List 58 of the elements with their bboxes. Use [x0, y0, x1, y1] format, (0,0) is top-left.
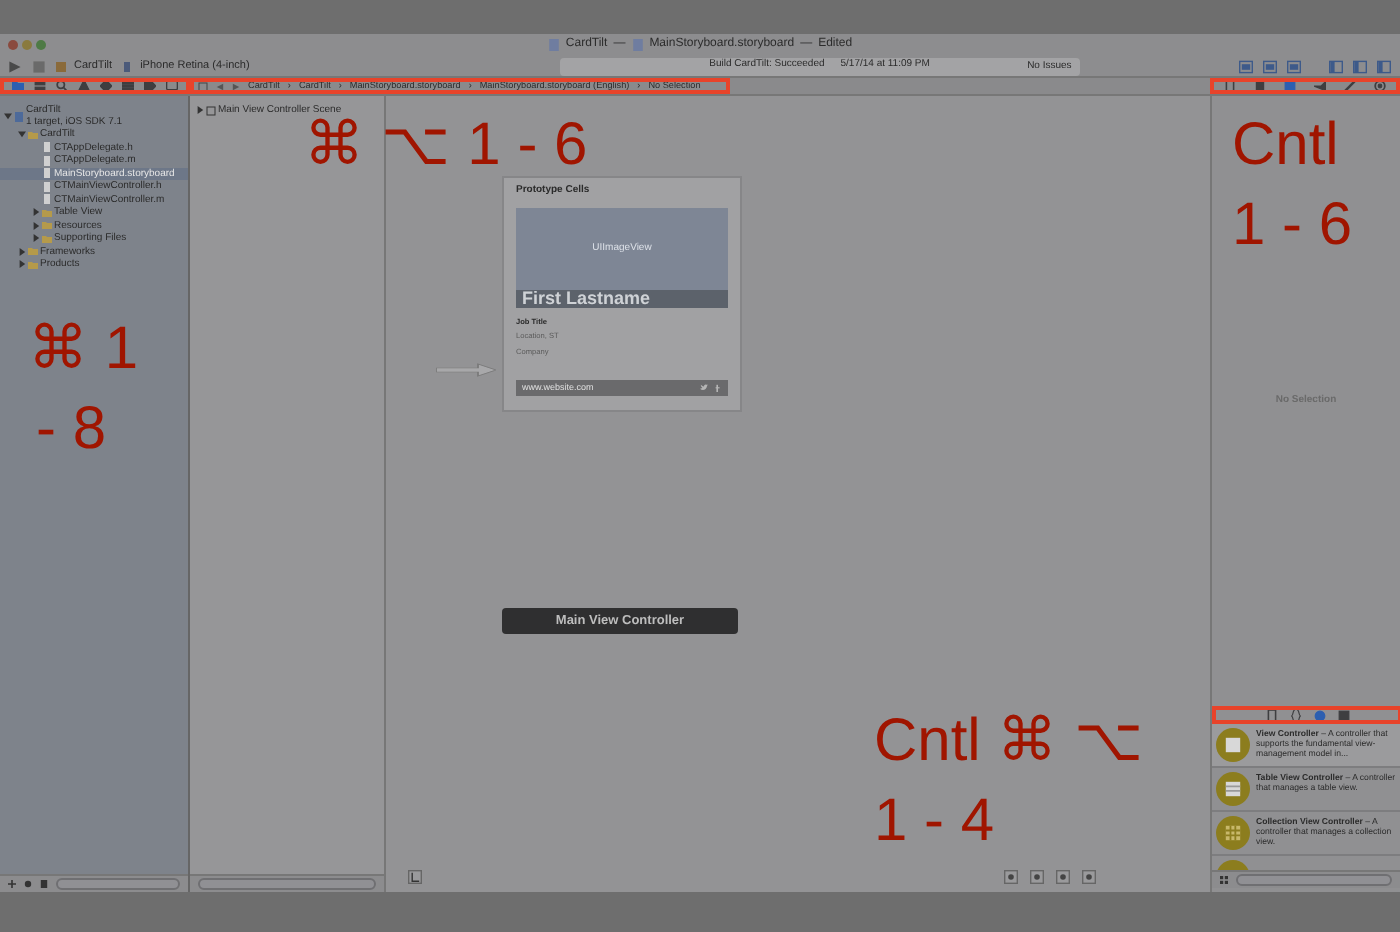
speech-bubble-icon[interactable]: [166, 80, 179, 92]
warning-icon[interactable]: [77, 80, 90, 92]
entry-point-arrow-icon: [436, 360, 496, 380]
list-icon[interactable]: [122, 80, 135, 92]
braces-icon[interactable]: [1289, 710, 1301, 722]
scm-filter-icon[interactable]: [40, 880, 48, 888]
bird-icon[interactable]: [700, 384, 708, 392]
diamond-icon[interactable]: [100, 80, 113, 92]
disclosure-collapsed-icon[interactable]: [196, 106, 204, 115]
size-toggle-icon[interactable]: [406, 870, 424, 884]
debug-toggle-icon[interactable]: [1352, 59, 1368, 73]
annotation-text: 1 - 6: [1232, 196, 1353, 256]
navigator-toggle-icon[interactable]: [1328, 59, 1344, 73]
search-icon[interactable]: [55, 80, 68, 92]
annotation-text: Cntl: [1232, 116, 1339, 176]
filter-field[interactable]: [56, 878, 180, 890]
disclosure-expanded-icon[interactable]: [4, 112, 12, 120]
annotation-text: 1 - 4: [874, 792, 995, 852]
annotation-text: ⌘ ⌥ 1 - 6: [304, 116, 588, 176]
document-icon: [547, 38, 560, 52]
disclosure-expanded-icon[interactable]: [18, 130, 26, 139]
editor-version-icon[interactable]: [1286, 59, 1302, 73]
zoom-out-icon[interactable]: [1080, 870, 1098, 884]
filter-field[interactable]: [1236, 874, 1392, 886]
file-icon[interactable]: [1265, 710, 1277, 722]
device-icon: [122, 61, 133, 71]
utilities-toggle-icon[interactable]: [1376, 59, 1392, 73]
recent-filter-icon[interactable]: [24, 880, 32, 888]
file-icon[interactable]: [1224, 80, 1237, 92]
grid-view-icon[interactable]: [1220, 876, 1228, 884]
zoom-actual-icon[interactable]: [1054, 870, 1072, 884]
hierarchy-icon[interactable]: [33, 80, 46, 92]
forward-arrow-icon[interactable]: [232, 81, 240, 91]
connections-icon[interactable]: [1373, 80, 1386, 92]
storyboard-icon: [631, 38, 644, 52]
annotation-text: ⌘ 1: [28, 320, 139, 380]
annotation-text: - 8: [36, 400, 107, 460]
align-icon[interactable]: [1002, 870, 1020, 884]
app-icon: [56, 61, 66, 71]
editor-assistant-icon[interactable]: [1262, 59, 1278, 73]
folder-icon[interactable]: [11, 80, 24, 92]
table-icon: [1224, 780, 1242, 798]
stop-icon[interactable]: [32, 59, 46, 73]
folder-icon: [28, 129, 38, 140]
related-items-icon[interactable]: [198, 81, 208, 91]
breakpoint-icon[interactable]: [144, 80, 157, 92]
grid-icon: [1224, 824, 1242, 842]
back-arrow-icon[interactable]: [216, 81, 224, 91]
add-icon[interactable]: [8, 880, 16, 888]
f-logo-icon[interactable]: [714, 384, 722, 392]
view-controller-icon: [1224, 736, 1242, 754]
filter-field[interactable]: [198, 878, 376, 890]
zoom-in-icon[interactable]: [1028, 870, 1046, 884]
editor-standard-icon[interactable]: [1238, 59, 1254, 73]
scene-icon: [206, 105, 216, 116]
name-label: First Lastname: [516, 289, 728, 307]
project-icon: [14, 111, 24, 121]
annotation-text: Cntl ⌘ ⌥: [874, 712, 1145, 772]
